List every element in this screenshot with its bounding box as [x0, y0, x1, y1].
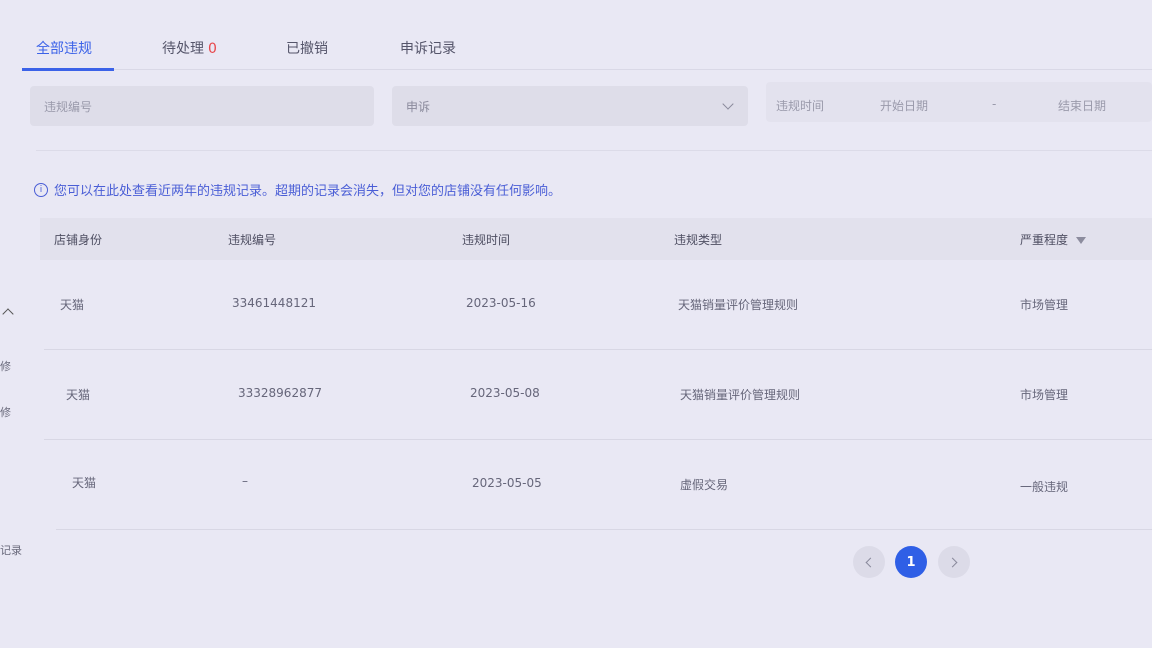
cell-identity: 天猫 — [72, 476, 97, 490]
col-severity-label: 严重程度 — [1020, 233, 1069, 247]
tab-pending[interactable]: 待处理 0 — [162, 38, 217, 58]
notice-banner: i 您可以在此处查看近两年的违规记录。超期的记录会消失，但对您的店铺没有任何影响… — [34, 180, 561, 199]
cell-violation-no: – — [242, 474, 248, 488]
tab-label: 申诉记录 — [400, 41, 456, 57]
cell-time: 2023-05-05 — [472, 476, 542, 490]
date-range-picker[interactable]: 违规时间 开始日期 - 结束日期 — [766, 82, 1152, 122]
tab-label: 全部违规 — [36, 41, 92, 57]
col-store-identity: 店铺身份 — [54, 233, 103, 247]
next-page-button[interactable] — [938, 546, 970, 578]
cell-time: 2023-05-16 — [466, 296, 536, 310]
violation-no-input[interactable]: 违规编号 — [30, 86, 374, 126]
end-date-input[interactable]: 结束日期 — [1058, 97, 1106, 114]
cell-severity: 市场管理 — [1020, 388, 1069, 402]
notice-text: 您可以在此处查看近两年的违规记录。超期的记录会消失，但对您的店铺没有任何影响。 — [54, 184, 562, 199]
cell-identity: 天猫 — [60, 298, 85, 312]
page-1-button[interactable]: 1 — [895, 546, 927, 578]
table-header: 店铺身份 违规编号 违规时间 违规类型 严重程度 — [40, 218, 1152, 260]
tab-label: 待处理 — [162, 41, 204, 57]
cell-type: 虚假交易 — [680, 478, 729, 492]
sidebar-fragment-2[interactable]: 修 — [0, 404, 11, 420]
prev-page-button[interactable] — [853, 546, 885, 578]
tab-appeal-records[interactable]: 申诉记录 — [400, 38, 456, 58]
appeal-select-value: 申诉 — [406, 99, 431, 114]
col-violation-time: 违规时间 — [462, 233, 511, 247]
cell-type: 天猫销量评价管理规则 — [680, 388, 801, 402]
active-tab-indicator — [22, 68, 114, 71]
cell-severity: 一般违规 — [1020, 480, 1069, 494]
pending-count-badge: 0 — [208, 41, 217, 57]
filter-icon[interactable] — [1076, 237, 1087, 244]
divider — [36, 150, 1152, 151]
violation-time-label: 违规时间 — [776, 99, 825, 113]
col-violation-type: 违规类型 — [674, 233, 723, 247]
table-row[interactable]: 天猫 33328962877 2023-05-08 天猫销量评价管理规则 市场管… — [44, 350, 1152, 440]
cell-time: 2023-05-08 — [470, 386, 540, 400]
cell-violation-no: 33328962877 — [238, 386, 322, 400]
chevron-left-icon — [865, 557, 876, 567]
tab-label: 已撤销 — [286, 41, 328, 57]
violation-no-placeholder: 违规编号 — [44, 99, 93, 114]
start-date-input[interactable]: 开始日期 — [880, 97, 928, 114]
info-icon: i — [34, 182, 48, 197]
cell-violation-no: 33461448121 — [232, 296, 316, 310]
chevron-right-icon — [947, 557, 958, 567]
col-severity[interactable]: 严重程度 — [1020, 231, 1087, 248]
sidebar-fragment-1[interactable]: 修 — [0, 358, 11, 374]
table-row[interactable]: 天猫 33461448121 2023-05-16 天猫销量评价管理规则 市场管… — [44, 260, 1152, 350]
sidebar-fragment-3[interactable]: 记录 — [0, 542, 22, 558]
tab-all-violations[interactable]: 全部违规 — [36, 38, 92, 58]
date-separator: - — [992, 97, 997, 111]
cell-identity: 天猫 — [66, 388, 91, 402]
tab-revoked[interactable]: 已撤销 — [286, 38, 328, 58]
appeal-select[interactable]: 申诉 — [392, 86, 748, 126]
filter-bar: 违规编号 申诉 违规时间 开始日期 - 结束日期 — [30, 82, 1152, 126]
cell-type: 天猫销量评价管理规则 — [678, 298, 799, 312]
chevron-up-icon[interactable] — [2, 308, 14, 320]
cell-severity: 市场管理 — [1020, 298, 1069, 312]
col-violation-no: 违规编号 — [228, 233, 277, 247]
chevron-down-icon — [722, 98, 734, 110]
table-row[interactable]: 天猫 – 2023-05-05 虚假交易 一般违规 — [56, 440, 1152, 530]
tab-bar: 全部违规 待处理 0 已撤销 申诉记录 — [22, 28, 1152, 71]
